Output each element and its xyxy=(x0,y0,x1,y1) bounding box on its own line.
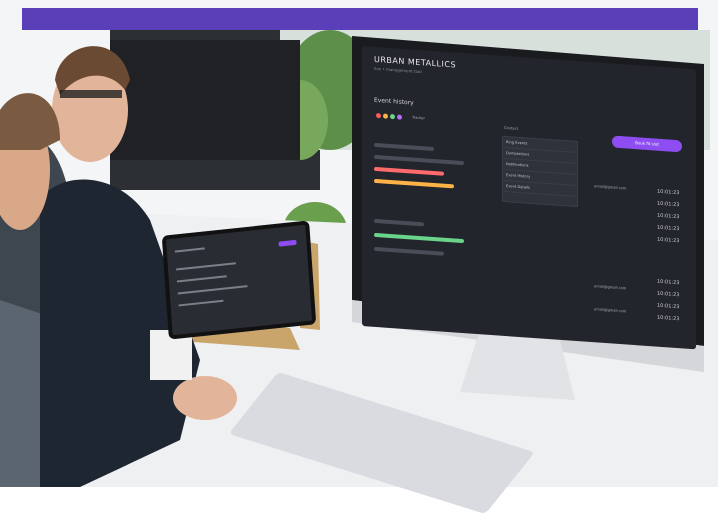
event-row xyxy=(374,142,434,152)
status-dot-red xyxy=(376,112,381,119)
screen-app-subtitle: live • management tool xyxy=(374,65,422,75)
event-row xyxy=(374,154,464,166)
email-label: email@gmail.com xyxy=(594,284,627,291)
tablet-line xyxy=(177,285,248,295)
time-label: 10:01:23 xyxy=(657,188,680,197)
tablet-accent-button xyxy=(278,239,297,247)
time-label: 10:01:23 xyxy=(657,224,680,233)
time-label: 10:01:23 xyxy=(657,212,680,221)
time-label: 10:01:23 xyxy=(657,236,680,245)
time-label: 10:01:23 xyxy=(657,278,680,287)
event-row xyxy=(374,246,444,256)
event-row xyxy=(374,178,454,189)
event-row xyxy=(374,218,424,227)
event-row xyxy=(374,166,444,176)
time-label: 10:01:23 xyxy=(657,314,680,323)
event-row xyxy=(374,232,464,244)
book-slot-button[interactable]: Book fit slot xyxy=(612,135,682,153)
tablet-line xyxy=(174,247,205,253)
purple-banner xyxy=(22,8,698,30)
tablet-line xyxy=(176,275,227,283)
filter-right[interactable]: Contact xyxy=(504,126,518,131)
time-label: 10:01:23 xyxy=(657,302,680,311)
status-dot-green xyxy=(390,113,395,120)
tablet-line xyxy=(176,262,236,271)
email-label: email@gmail.com xyxy=(594,307,627,314)
status-dot-purple xyxy=(397,114,402,120)
tablet-device xyxy=(161,220,317,340)
filter-left[interactable]: Tracker xyxy=(412,115,425,120)
status-dot-orange xyxy=(383,113,388,119)
time-label: 10:01:23 xyxy=(657,290,680,299)
screen-heading: Event history xyxy=(374,96,414,107)
email-label: email@gmail.com xyxy=(594,184,627,191)
imac-screen: URBAN METALLICS live • management tool E… xyxy=(362,46,696,350)
dropdown-list[interactable]: Ring Events Dumptations Notifications Ev… xyxy=(502,135,578,208)
time-label: 10:01:23 xyxy=(657,200,680,209)
tablet-line xyxy=(178,299,224,307)
